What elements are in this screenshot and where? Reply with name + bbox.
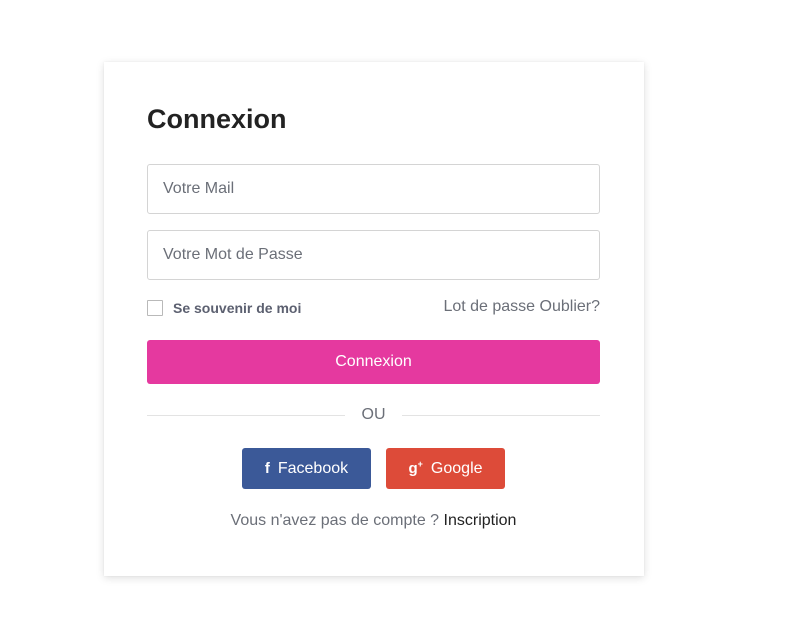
email-field[interactable] (147, 164, 600, 214)
remember-row: Se souvenir de moi Lot de passe Oublier? (147, 298, 600, 318)
facebook-login-button[interactable]: f Facebook (242, 448, 371, 489)
page-title: Connexion (147, 104, 287, 134)
google-plus-icon: g+ (408, 459, 422, 477)
facebook-icon: f (264, 459, 270, 477)
signup-link[interactable]: Inscription (444, 512, 517, 529)
google-icon-plus: + (417, 459, 423, 469)
divider-line-right (402, 415, 600, 416)
google-login-button[interactable]: g+ Google (386, 448, 505, 489)
remember-checkbox[interactable] (147, 300, 163, 316)
google-label: Google (430, 460, 483, 477)
facebook-label: Facebook (277, 459, 349, 477)
remember-label[interactable]: Se souvenir de moi (173, 300, 301, 316)
forgot-password-link[interactable]: Lot de passe Oublier? (443, 298, 600, 316)
signup-text: Vous n'avez pas de compte ? (230, 512, 440, 529)
or-divider: OU (147, 405, 600, 425)
google-icon-letter: g (408, 460, 418, 477)
signup-prompt: Vous n'avez pas de compte ? Inscription (147, 512, 600, 530)
login-button[interactable]: Connexion (147, 340, 600, 384)
password-field[interactable] (147, 230, 600, 280)
login-card: Connexion Se souvenir de moi Lot de pass… (104, 62, 644, 576)
